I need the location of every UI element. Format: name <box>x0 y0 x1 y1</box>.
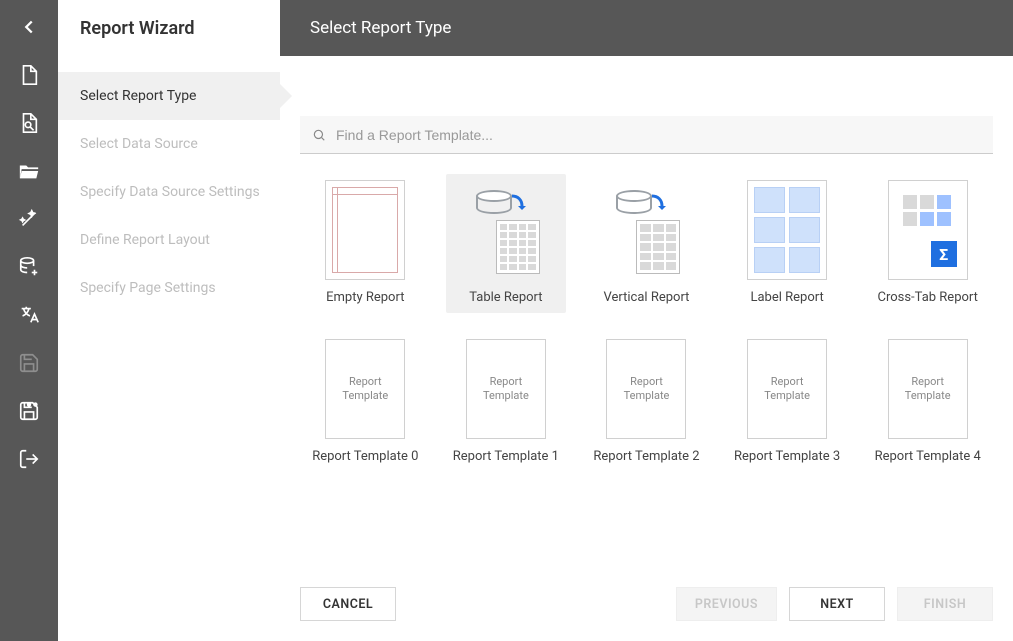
step-label: Select Data Source <box>80 136 198 152</box>
wizard-title: Report Wizard <box>58 0 280 56</box>
template-thumb <box>466 180 546 280</box>
chevron-left-icon <box>18 16 40 38</box>
template-thumb <box>747 180 827 280</box>
template-thumb: Report Template <box>325 339 405 439</box>
cancel-button[interactable]: CANCEL <box>300 587 396 621</box>
template-report-template-2[interactable]: Report Template Report Template 2 <box>586 333 706 472</box>
finish-button: FINISH <box>897 587 993 621</box>
template-report-template-0[interactable]: Report Template Report Template 0 <box>305 333 425 472</box>
wizard-header: Report Wizard Select Report Type <box>58 0 1013 56</box>
wizard-footer: CANCEL PREVIOUS NEXT FINISH <box>300 571 993 621</box>
new-report-button[interactable] <box>16 62 42 88</box>
step-specify-data-source-settings: Specify Data Source Settings <box>58 168 280 216</box>
wizard-steps: Select Report Type Select Data Source Sp… <box>58 56 280 641</box>
page-title: Select Report Type <box>280 0 1013 56</box>
template-label-report[interactable]: Label Report <box>727 174 847 313</box>
template-report-template-1[interactable]: Report Template Report Template 1 <box>446 333 566 472</box>
search-icon <box>312 128 326 142</box>
save-button <box>16 350 42 376</box>
back-button[interactable] <box>16 14 42 40</box>
template-thumb: Report Template <box>466 339 546 439</box>
file-search-icon <box>18 112 40 134</box>
wizard-button[interactable] <box>16 206 42 232</box>
localize-icon <box>18 304 40 326</box>
template-thumb: Report Template <box>606 339 686 439</box>
template-label: Cross-Tab Report <box>877 290 977 305</box>
wand-icon <box>18 208 40 230</box>
step-select-report-type[interactable]: Select Report Type <box>58 72 280 120</box>
exit-icon <box>18 448 40 470</box>
save-as-button[interactable] <box>16 398 42 424</box>
template-crosstab-report[interactable]: Σ Cross-Tab Report <box>868 174 988 313</box>
wizard-content: Empty Report Table Report <box>280 56 1013 641</box>
template-thumb: Report Template <box>888 339 968 439</box>
previous-button: PREVIOUS <box>676 587 777 621</box>
step-label: Specify Page Settings <box>80 280 216 296</box>
folder-open-icon <box>18 160 40 182</box>
template-label: Report Template 1 <box>453 449 559 464</box>
template-label: Label Report <box>750 290 823 305</box>
step-label: Specify Data Source Settings <box>80 184 260 200</box>
exit-button[interactable] <box>16 446 42 472</box>
template-thumb <box>325 180 405 280</box>
template-report-template-3[interactable]: Report Template Report Template 3 <box>727 333 847 472</box>
save-as-icon <box>18 400 40 422</box>
localize-button[interactable] <box>16 302 42 328</box>
step-label: Select Report Type <box>80 88 196 104</box>
template-empty-report[interactable]: Empty Report <box>305 174 425 313</box>
template-label: Report Template 0 <box>312 449 418 464</box>
step-select-data-source: Select Data Source <box>58 120 280 168</box>
next-button[interactable]: NEXT <box>789 587 885 621</box>
step-label: Define Report Layout <box>80 232 210 248</box>
template-label: Report Template 2 <box>593 449 699 464</box>
database-add-icon <box>18 256 40 278</box>
left-toolbar <box>0 0 58 641</box>
sigma-icon: Σ <box>931 241 957 267</box>
template-label: Vertical Report <box>604 290 690 305</box>
template-thumb: Report Template <box>747 339 827 439</box>
template-label: Report Template 4 <box>875 449 981 464</box>
wizard-panel: Report Wizard Select Report Type Select … <box>58 0 1013 641</box>
template-label: Report Template 3 <box>734 449 840 464</box>
step-define-report-layout: Define Report Layout <box>58 216 280 264</box>
template-grid: Empty Report Table Report <box>300 174 993 472</box>
open-query-button[interactable] <box>16 110 42 136</box>
search-row <box>300 116 993 154</box>
datasource-button[interactable] <box>16 254 42 280</box>
template-vertical-report[interactable]: Vertical Report <box>586 174 706 313</box>
file-icon <box>18 64 40 86</box>
template-label: Table Report <box>469 290 542 305</box>
template-table-report[interactable]: Table Report <box>446 174 566 313</box>
open-button[interactable] <box>16 158 42 184</box>
template-thumb: Σ <box>888 180 968 280</box>
step-specify-page-settings: Specify Page Settings <box>58 264 280 312</box>
template-thumb <box>606 180 686 280</box>
template-report-template-4[interactable]: Report Template Report Template 4 <box>868 333 988 472</box>
template-label: Empty Report <box>326 290 404 305</box>
search-input[interactable] <box>336 127 981 143</box>
save-icon <box>18 352 40 374</box>
